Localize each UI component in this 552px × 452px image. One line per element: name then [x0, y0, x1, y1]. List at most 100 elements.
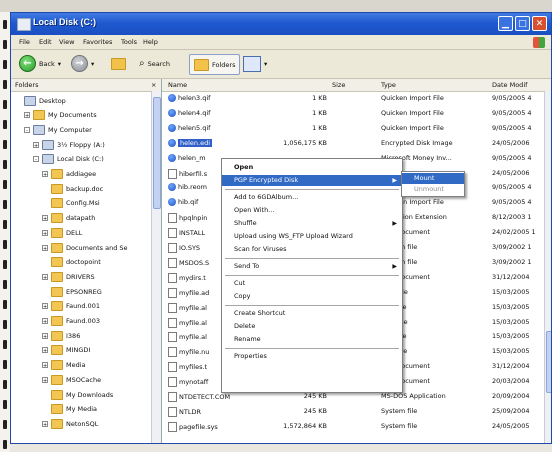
tree-scroll-thumb[interactable] [153, 97, 161, 209]
context-menu-item[interactable]: Delete [222, 321, 402, 332]
tree-item[interactable]: + Faund.003 [42, 316, 100, 327]
menu-file[interactable]: File [19, 38, 30, 46]
file-name: helen5.qif [178, 123, 211, 132]
context-menu-item[interactable]: Open With... [222, 205, 402, 216]
tree-item[interactable]: + MINGDI [42, 345, 90, 356]
tree-item[interactable]: + DELL [42, 227, 82, 238]
minimize-button[interactable]: ▁ [498, 16, 513, 31]
tree-item[interactable]: +3½ Floppy (A:) [33, 139, 105, 150]
maximize-button[interactable]: □ [515, 16, 530, 31]
menu-help[interactable]: Help [143, 38, 158, 46]
tree-item[interactable]: backup.doc [42, 183, 103, 194]
file-scrollbar[interactable] [544, 91, 551, 443]
file-date: 20/03/2004 [492, 377, 530, 386]
context-menu-item[interactable]: Properties [222, 351, 402, 362]
expand-toggle-icon[interactable]: + [42, 420, 48, 428]
tree-item[interactable]: + Faund.001 [42, 301, 100, 312]
menu-edit[interactable]: Edit [39, 38, 52, 46]
col-name[interactable]: Name [168, 81, 187, 89]
close-pane-icon[interactable]: × [151, 81, 156, 89]
context-menu-item[interactable]: Add to 6GDAlbum... [222, 192, 402, 203]
tree-item[interactable]: + Documents and Se [42, 242, 128, 253]
tree-item[interactable]: - Local Disk (C:) [33, 154, 104, 165]
expand-toggle-icon[interactable]: - [33, 156, 39, 163]
tree-item[interactable]: My Downloads [42, 389, 113, 400]
file-date: 3/09/2002 1 [492, 243, 532, 251]
expand-toggle-icon[interactable]: + [42, 273, 48, 281]
context-menu-item[interactable]: Upload using WS_FTP Upload Wizard [222, 231, 402, 242]
file-row[interactable]: pagefile.sys 1,572,864 KB System file 24/05… [162, 421, 551, 432]
up-folder-button[interactable] [111, 54, 126, 73]
expand-toggle-icon[interactable]: + [42, 376, 48, 384]
tree-item[interactable]: + DRIVERS [42, 271, 95, 282]
title-bar[interactable]: Local Disk (C:) ▁ □ ✕ [11, 13, 551, 35]
file-row[interactable]: helen4.qif 1 KB Quicken Import File 9/05/20… [162, 108, 551, 119]
expand-toggle-icon[interactable]: + [42, 303, 48, 310]
chevron-down-icon: ▾ [264, 59, 268, 68]
expand-toggle-icon[interactable]: + [42, 362, 48, 369]
tree-scrollbar[interactable] [151, 91, 161, 443]
document-icon [168, 377, 177, 388]
context-menu-item[interactable]: PGP Encrypted Disk ▶ [222, 175, 402, 186]
expand-toggle-icon[interactable]: + [42, 171, 48, 178]
tree-item[interactable]: + MSOCache [42, 374, 101, 385]
tree-item[interactable]: - My Computer [24, 124, 92, 135]
context-menu-item[interactable]: Open [222, 162, 402, 173]
tree-item[interactable]: Desktop [15, 95, 66, 106]
document-icon [168, 168, 177, 179]
expand-toggle-icon[interactable]: + [24, 112, 30, 119]
tree-item-label: doctopoint [66, 258, 101, 267]
tree-item[interactable]: + datapath [42, 213, 95, 224]
document-icon [168, 287, 177, 298]
expand-toggle-icon[interactable]: + [42, 215, 48, 222]
file-date: 9/05/2005 4 [492, 123, 532, 132]
tree-item[interactable]: doctopoint [42, 257, 101, 268]
tree-item[interactable]: + I386 [42, 330, 80, 341]
tree-item[interactable]: + NetonSQL [42, 418, 98, 429]
context-menu-item[interactable]: Shuffle ▶ [222, 218, 402, 229]
context-menu-item[interactable]: Scan for Viruses [222, 244, 402, 255]
menu-favorites[interactable]: Favorites [83, 38, 112, 46]
submenu-item[interactable]: Mount [402, 173, 464, 184]
forward-button[interactable]: → ▾ [71, 54, 94, 73]
tree-item[interactable]: + addiagee [42, 169, 96, 180]
tree-item[interactable]: My Media [42, 404, 97, 415]
expand-toggle-icon[interactable]: + [42, 244, 48, 252]
tree-item[interactable]: EPSONREG [42, 286, 102, 297]
search-button[interactable]: ⌕ Search [139, 54, 170, 73]
context-menu-item[interactable]: Cut [222, 278, 402, 289]
explorer-window: Local Disk (C:) ▁ □ ✕ File Edit View Fav… [10, 12, 552, 444]
context-menu-item[interactable]: Rename [222, 334, 402, 345]
folders-button[interactable]: Folders [189, 54, 241, 75]
views-button[interactable]: ▾ [243, 54, 267, 73]
expand-toggle-icon[interactable]: + [42, 332, 48, 340]
expand-toggle-icon[interactable]: + [42, 347, 48, 354]
close-button[interactable]: ✕ [532, 16, 547, 31]
context-menu-item[interactable]: Copy [222, 291, 402, 302]
col-size[interactable]: Size [332, 81, 345, 89]
expand-toggle-icon[interactable]: + [42, 318, 48, 325]
menu-tools[interactable]: Tools [121, 38, 137, 46]
menu-view[interactable]: View [59, 38, 74, 46]
submenu-item[interactable]: Unmount [402, 184, 464, 195]
file-row[interactable]: NTLDR 245 KB System file 25/09/2004 [162, 406, 551, 417]
context-menu-item[interactable]: Create Shortcut [222, 308, 402, 319]
tree-item[interactable]: + My Documents [24, 110, 97, 121]
col-type[interactable]: Type [381, 81, 396, 89]
tree-item-label: Local Disk (C:) [57, 155, 104, 164]
file-row[interactable]: helen.edi 1,056,175 KB Encrypted Disk Imag… [162, 138, 551, 149]
tree-item[interactable]: Config.Msi [42, 198, 100, 209]
file-scroll-thumb[interactable] [546, 331, 551, 393]
file-row[interactable]: helen3.qif 1 KB Quicken Import File 9/05/20… [162, 93, 551, 104]
expand-toggle-icon[interactable]: + [42, 229, 48, 237]
col-date[interactable]: Date Modif [492, 81, 527, 89]
context-menu-item[interactable]: Send To ▶ [222, 261, 402, 272]
expand-toggle-icon[interactable]: - [24, 126, 30, 134]
file-date: 9/05/2005 4 [492, 108, 532, 117]
context-menu-label: Rename [234, 335, 261, 343]
tree-item[interactable]: + Media [42, 360, 86, 371]
expand-toggle-icon[interactable]: + [33, 141, 39, 149]
file-name: myfile.al [179, 318, 207, 327]
back-button[interactable]: ← Back ▾ [19, 54, 61, 73]
file-row[interactable]: helen5.qif 1 KB Quicken Import File 9/05/20… [162, 123, 551, 134]
